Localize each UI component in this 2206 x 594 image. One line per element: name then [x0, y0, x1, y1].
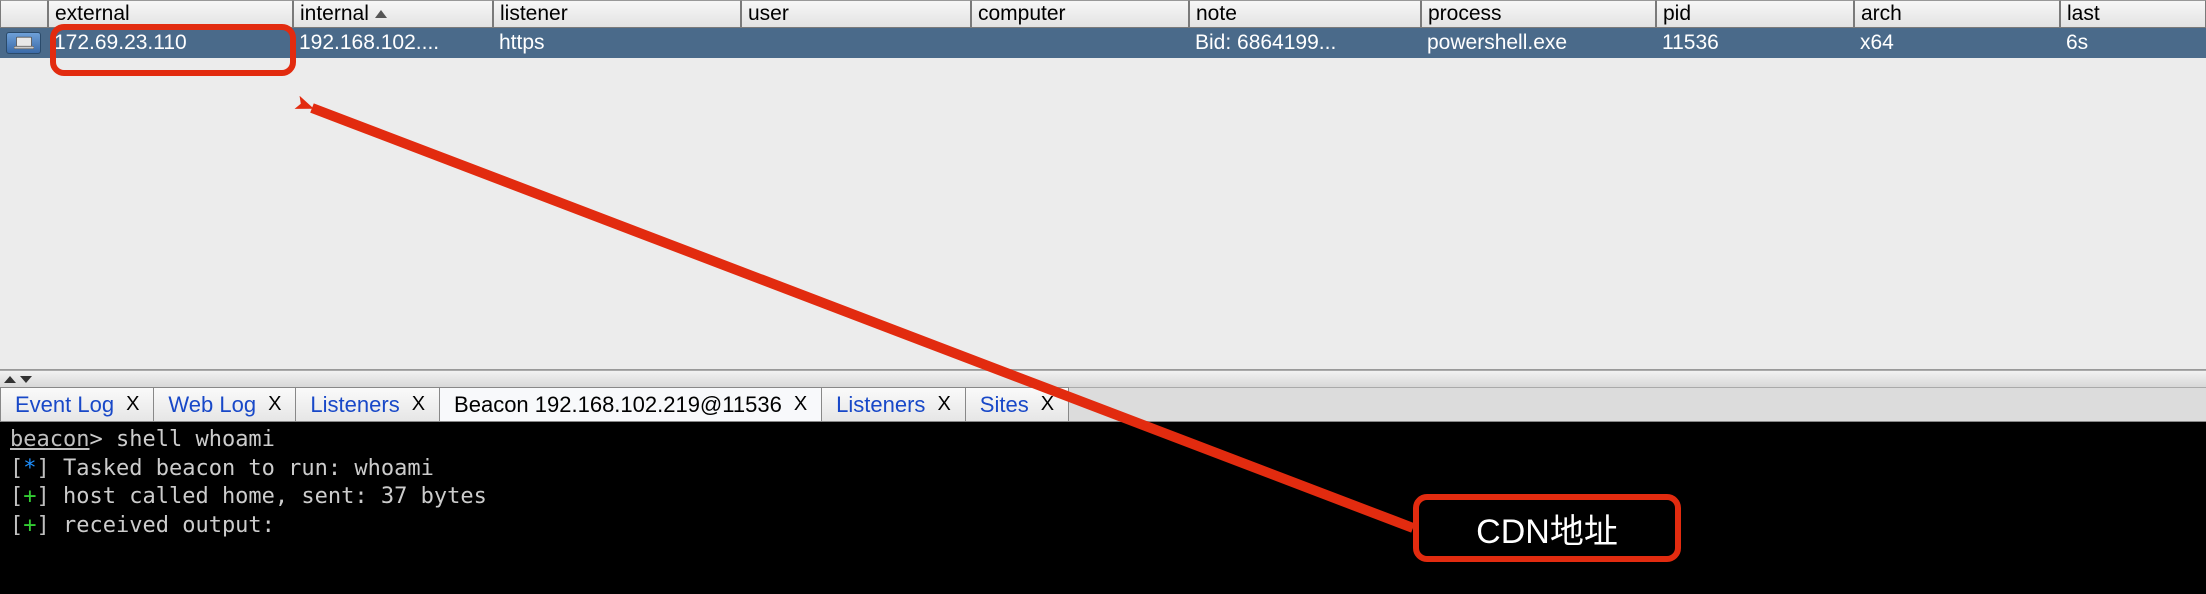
console-line: Tasked beacon to run: whoami: [63, 456, 434, 481]
column-header-process[interactable]: process: [1421, 0, 1656, 28]
console-line: host called home, sent: 37 bytes: [63, 484, 487, 509]
cell-computer: [971, 28, 1189, 58]
close-icon[interactable]: X: [1041, 393, 1054, 416]
cell-listener: https: [493, 28, 741, 58]
prompt-symbol: >: [89, 427, 102, 452]
cell-internal: 192.168.102....: [293, 28, 493, 58]
beacon-type-icon: [0, 28, 48, 58]
column-label: internal: [300, 2, 369, 26]
cell-external: 172.69.23.110: [48, 28, 293, 58]
column-label: note: [1196, 2, 1237, 26]
tab-web-log[interactable]: Web Log X: [153, 387, 296, 421]
cell-process: powershell.exe: [1421, 28, 1656, 58]
column-header-external[interactable]: external: [48, 0, 293, 28]
column-label: last: [2067, 2, 2100, 26]
beacon-console[interactable]: beacon> shell whoami [*] Tasked beacon t…: [0, 422, 2206, 594]
console-line: received output:: [63, 513, 275, 538]
column-header-listener[interactable]: listener: [493, 0, 741, 28]
close-icon[interactable]: X: [937, 393, 950, 416]
column-header-icon[interactable]: [0, 0, 48, 28]
column-label: pid: [1663, 2, 1691, 26]
close-icon[interactable]: X: [412, 393, 425, 416]
sort-asc-icon: [375, 10, 387, 18]
tab-label: Web Log: [168, 392, 256, 418]
tab-listeners-2[interactable]: Listeners X: [821, 387, 966, 421]
chevron-down-icon: [20, 376, 32, 383]
column-label: user: [748, 2, 789, 26]
column-header-internal[interactable]: internal: [293, 0, 493, 28]
close-icon[interactable]: X: [794, 393, 807, 416]
column-header-user[interactable]: user: [741, 0, 971, 28]
close-icon[interactable]: X: [268, 393, 281, 416]
tab-label: Event Log: [15, 392, 114, 418]
tab-label: Sites: [980, 392, 1029, 418]
tab-label: Listeners: [836, 392, 925, 418]
console-prompt: beacon: [10, 427, 89, 452]
tab-listeners[interactable]: Listeners X: [295, 387, 440, 421]
tabs-bar: Event Log X Web Log X Listeners X Beacon…: [0, 388, 2206, 422]
close-icon[interactable]: X: [126, 393, 139, 416]
column-header-pid[interactable]: pid: [1656, 0, 1854, 28]
computer-icon: [6, 32, 41, 54]
cell-pid: 11536: [1656, 28, 1854, 58]
column-label: arch: [1861, 2, 1902, 26]
beacons-table: external internal listener user computer…: [0, 0, 2206, 370]
column-header-last[interactable]: last: [2060, 0, 2206, 28]
column-label: listener: [500, 2, 568, 26]
chevron-up-icon: [4, 376, 16, 383]
table-row[interactable]: 172.69.23.110 192.168.102.... https Bid:…: [0, 28, 2206, 58]
column-label: computer: [978, 2, 1066, 26]
cell-arch: x64: [1854, 28, 2060, 58]
column-header-note[interactable]: note: [1189, 0, 1421, 28]
tab-event-log[interactable]: Event Log X: [0, 387, 154, 421]
cell-last: 6s: [2060, 28, 2206, 58]
column-header-arch[interactable]: arch: [1854, 0, 2060, 28]
column-label: external: [55, 2, 130, 26]
tab-label: Listeners: [310, 392, 399, 418]
pane-splitter[interactable]: [0, 370, 2206, 388]
column-header-computer[interactable]: computer: [971, 0, 1189, 28]
tab-sites[interactable]: Sites X: [965, 387, 1069, 421]
table-header-row: external internal listener user computer…: [0, 0, 2206, 28]
tab-label: Beacon 192.168.102.219@11536: [454, 392, 782, 418]
column-label: process: [1428, 2, 1502, 26]
console-command: shell whoami: [116, 427, 275, 452]
tab-beacon[interactable]: Beacon 192.168.102.219@11536 X: [439, 387, 822, 421]
cell-note: Bid: 6864199...: [1189, 28, 1421, 58]
cell-user: [741, 28, 971, 58]
